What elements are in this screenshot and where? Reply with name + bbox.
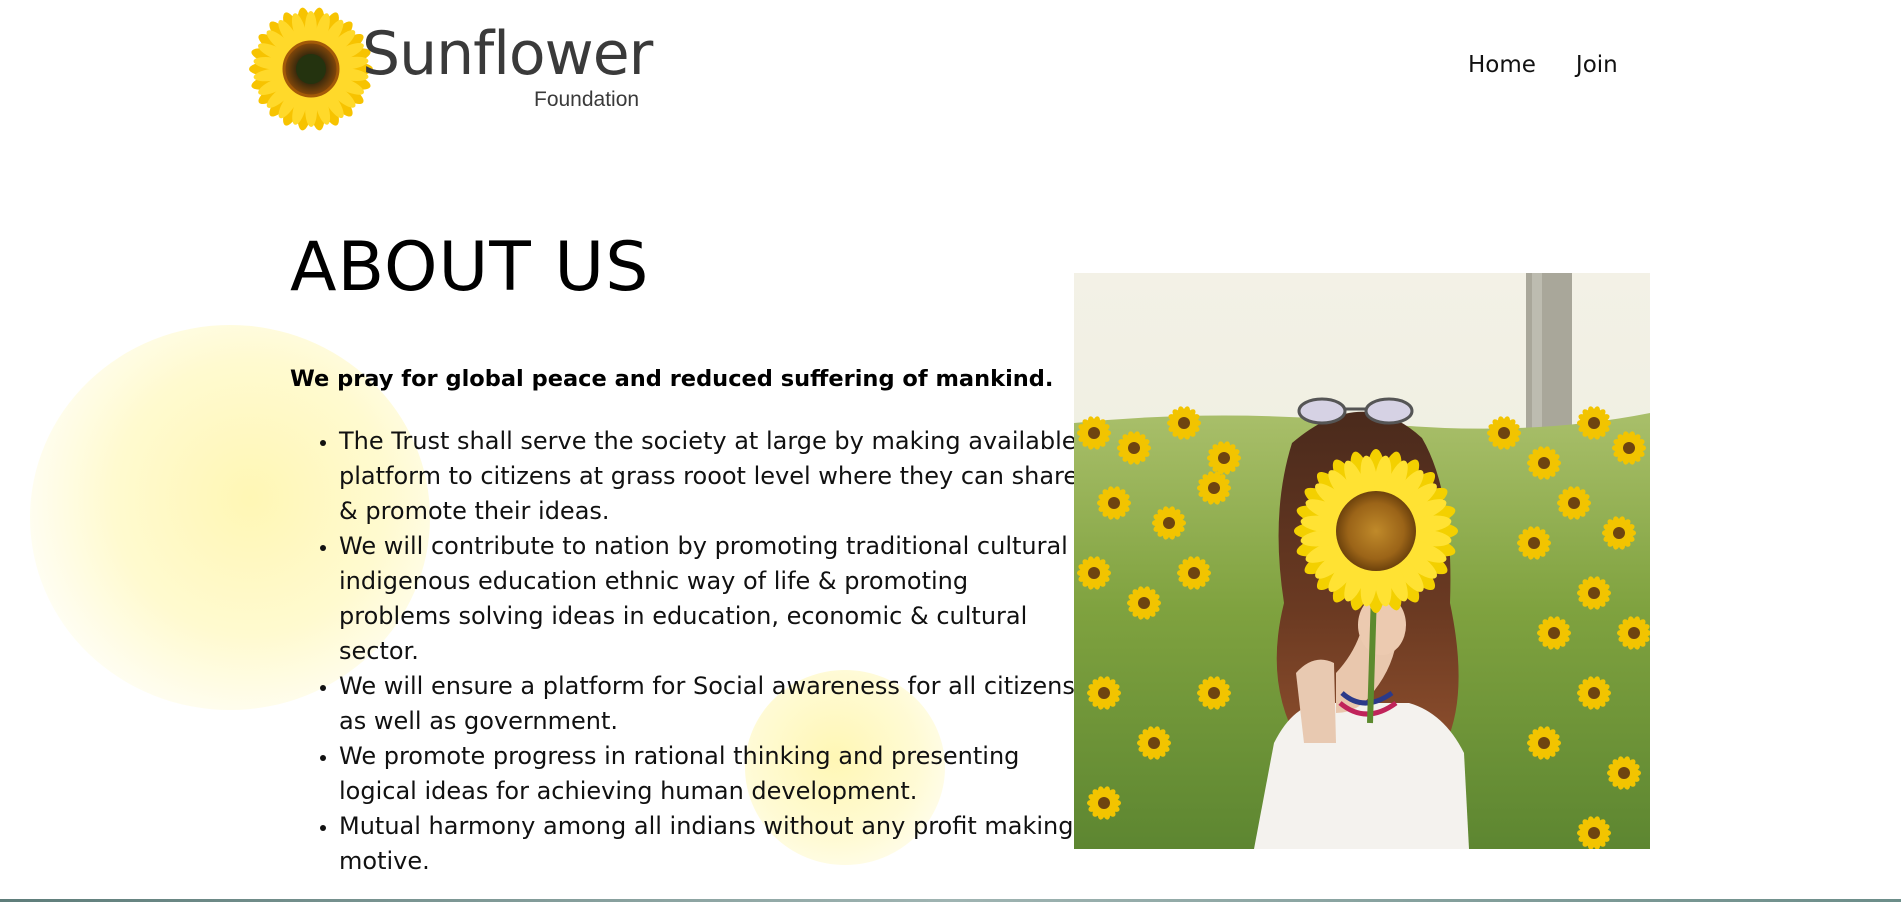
list-item: We will contribute to nation by promotin… bbox=[339, 529, 1079, 669]
site-logo[interactable]: Sunflower Foundation bbox=[248, 6, 668, 132]
logo-subtitle: Foundation bbox=[534, 88, 640, 111]
page-title: ABOUT US bbox=[290, 228, 650, 307]
girl-holding-sunflower-photo bbox=[1074, 273, 1650, 849]
list-item: Mutual harmony among all indians without… bbox=[339, 809, 1079, 879]
lead-statement: We pray for global peace and reduced suf… bbox=[290, 366, 1054, 392]
sunflower-logo-icon bbox=[249, 7, 373, 131]
list-item: We promote progress in rational thinking… bbox=[339, 739, 1079, 809]
main-nav: Home Join bbox=[1468, 52, 1618, 78]
logo-wordmark: Sunflower bbox=[362, 19, 653, 89]
nav-link-join[interactable]: Join bbox=[1576, 52, 1618, 78]
nav-link-home[interactable]: Home bbox=[1468, 52, 1536, 78]
page: Sunflower Foundation Home Join ABOUT US … bbox=[0, 0, 1901, 902]
list-item: The Trust shall serve the society at lar… bbox=[339, 424, 1079, 529]
about-points-list: The Trust shall serve the society at lar… bbox=[290, 424, 1079, 879]
list-item: We will ensure a platform for Social awa… bbox=[339, 669, 1079, 739]
